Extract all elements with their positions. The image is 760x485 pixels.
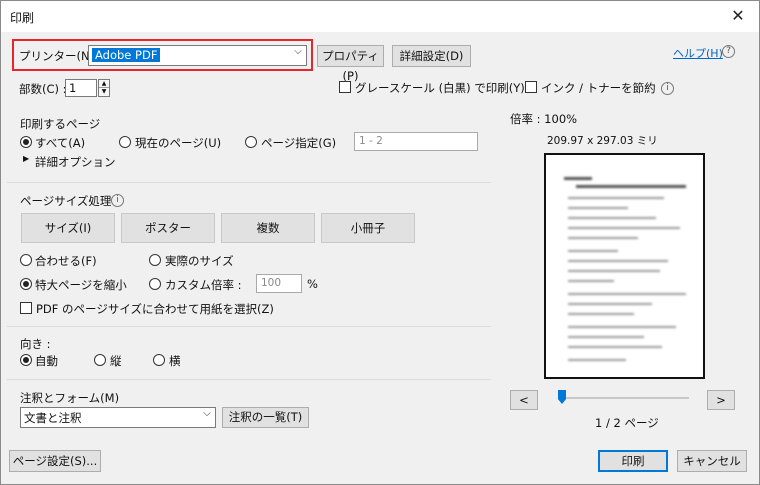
- orientation-portrait-radio[interactable]: [94, 354, 106, 366]
- preview-text-line: [568, 227, 680, 229]
- copies-label: 部数(C) :: [19, 82, 67, 96]
- chevron-down-icon: ⌵: [289, 46, 306, 65]
- custom-scale-unit: %: [307, 277, 318, 291]
- page-slider-track[interactable]: [558, 397, 689, 399]
- poster-button[interactable]: ポスター: [121, 213, 215, 243]
- shrink-radio[interactable]: [20, 278, 32, 290]
- help-link[interactable]: ヘルプ(H): [673, 45, 723, 61]
- preview-text-line: [568, 250, 618, 252]
- divider: [7, 326, 491, 327]
- preview-text-line: [568, 326, 676, 328]
- save-ink-label: インク / トナーを節約: [541, 81, 656, 95]
- properties-button[interactable]: プロパティ(P): [317, 45, 384, 83]
- info-icon[interactable]: i: [111, 194, 124, 207]
- preview-text-line: [568, 359, 626, 361]
- paper-dimensions: 209.97 x 297.03 ミリ: [547, 135, 658, 147]
- next-page-button[interactable]: >: [707, 390, 735, 410]
- actual-size-label: 実際のサイズ: [165, 254, 234, 268]
- stepper-down-icon[interactable]: ▼: [99, 88, 109, 96]
- preview-text-line: [568, 280, 614, 282]
- window-title: 印刷: [10, 11, 35, 25]
- summarize-comments-button[interactable]: 注釈の一覧(T): [222, 407, 309, 428]
- pages-current-radio[interactable]: [119, 136, 131, 148]
- title-bar: 印刷 ✕: [1, 1, 759, 32]
- info-icon[interactable]: i: [661, 82, 674, 95]
- copies-value: 1: [69, 81, 77, 95]
- fit-radio[interactable]: [20, 254, 32, 266]
- pages-range-radio[interactable]: [245, 136, 257, 148]
- preview-text-line: [568, 270, 660, 272]
- pages-range-input[interactable]: 1 - 2: [354, 132, 478, 151]
- close-icon[interactable]: ✕: [727, 5, 749, 27]
- cancel-button[interactable]: キャンセル: [677, 450, 747, 472]
- booklet-button[interactable]: 小冊子: [321, 213, 415, 243]
- pages-all-radio[interactable]: [20, 136, 32, 148]
- preview-text-line: [568, 303, 652, 305]
- printer-select[interactable]: Adobe PDF ⌵: [88, 45, 307, 66]
- stepper-up-icon[interactable]: ▲: [99, 80, 109, 88]
- page-size-heading: ページサイズ処理: [20, 194, 112, 208]
- chevron-down-icon: ⌵: [198, 408, 215, 427]
- preview-text-line: [568, 313, 634, 315]
- printer-select-value: Adobe PDF: [92, 48, 161, 62]
- pages-heading: 印刷するページ: [20, 117, 101, 131]
- page-preview: [544, 153, 705, 379]
- divider: [7, 379, 491, 380]
- pages-current-label: 現在のページ(U): [135, 136, 222, 150]
- copies-stepper[interactable]: ▲ ▼: [98, 79, 110, 97]
- save-ink-checkbox[interactable]: [525, 81, 537, 93]
- custom-scale-input[interactable]: 100: [256, 274, 302, 293]
- pages-range-label: ページ指定(G): [261, 136, 337, 150]
- preview-text-line: [568, 217, 656, 219]
- choose-paper-label: PDF のページサイズに合わせて用紙を選択(Z): [36, 302, 274, 316]
- preview-text-line: [568, 260, 668, 262]
- preview-text-line: [576, 185, 686, 188]
- comments-heading: 注釈とフォーム(M): [20, 391, 120, 405]
- grayscale-checkbox[interactable]: [339, 81, 351, 93]
- zoom-label: 倍率 : 100%: [510, 112, 578, 126]
- print-button[interactable]: 印刷: [598, 450, 668, 472]
- print-dialog: 印刷 ✕ プリンター(N) : Adobe PDF ⌵ プロパティ(P) 詳細設…: [0, 0, 760, 485]
- preview-text-line: [568, 237, 638, 239]
- custom-scale-radio[interactable]: [149, 278, 161, 290]
- page-indicator: 1 / 2 ページ: [595, 416, 659, 430]
- prev-page-button[interactable]: <: [510, 390, 538, 410]
- orientation-heading: 向き :: [20, 337, 51, 351]
- expand-arrow-icon[interactable]: ▶: [23, 154, 29, 163]
- comments-select-value: 文書と注釈: [24, 411, 82, 425]
- fit-label: 合わせる(F): [35, 254, 97, 268]
- preview-text-line: [568, 293, 686, 295]
- advanced-button[interactable]: 詳細設定(D): [392, 45, 471, 67]
- page-setup-button[interactable]: ページ設定(S)...: [9, 450, 101, 472]
- orientation-auto-label: 自動: [35, 354, 58, 368]
- grayscale-label: グレースケール (白黒) で印刷(Y): [355, 81, 525, 95]
- help-icon[interactable]: ?: [722, 45, 735, 58]
- actual-size-radio[interactable]: [149, 254, 161, 266]
- preview-text-line: [568, 336, 644, 338]
- preview-text-line: [564, 177, 592, 180]
- preview-text-line: [568, 197, 664, 199]
- comments-select[interactable]: 文書と注釈 ⌵: [20, 407, 216, 428]
- preview-text-line: [568, 346, 662, 348]
- pages-all-label: すべて(A): [35, 136, 86, 150]
- preview-text-line: [568, 207, 628, 209]
- shrink-label: 特大ページを縮小: [35, 278, 127, 292]
- more-options-link[interactable]: 詳細オプション: [35, 154, 116, 170]
- size-button[interactable]: サイズ(I): [21, 213, 115, 243]
- orientation-portrait-label: 縦: [110, 354, 122, 368]
- custom-scale-label: カスタム倍率 :: [165, 278, 242, 292]
- orientation-landscape-label: 横: [169, 354, 181, 368]
- multiple-button[interactable]: 複数: [221, 213, 315, 243]
- orientation-landscape-radio[interactable]: [153, 354, 165, 366]
- choose-paper-checkbox[interactable]: [20, 302, 32, 314]
- orientation-auto-radio[interactable]: [20, 354, 32, 366]
- copies-input[interactable]: 1: [65, 79, 97, 97]
- divider: [7, 182, 491, 183]
